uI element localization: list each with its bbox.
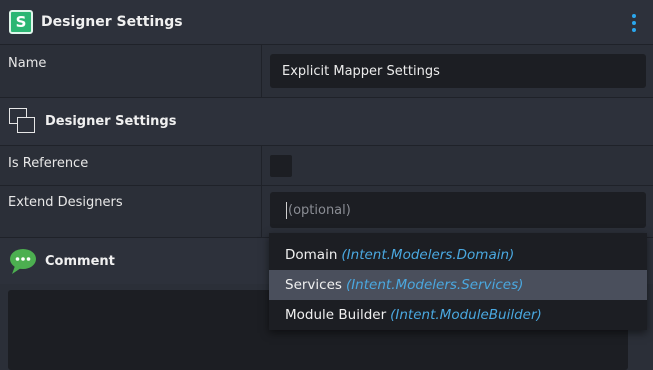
designer-settings-section-header[interactable]: Designer Settings	[0, 98, 653, 146]
extend-designers-label: Extend Designers	[8, 195, 123, 210]
option-hint: (Intent.Modelers.Services)	[345, 277, 524, 293]
is-reference-row: Is Reference	[0, 146, 653, 186]
name-row: Name Explicit Mapper Settings	[0, 45, 653, 98]
option-label: Domain	[285, 247, 338, 263]
extend-designers-dropdown: Domain (Intent.Modelers.Domain) Services…	[269, 233, 647, 330]
speech-bubble-icon	[10, 249, 36, 274]
option-label: Services	[285, 277, 342, 293]
is-reference-label: Is Reference	[8, 156, 89, 171]
text-caret	[286, 201, 287, 219]
panel-title: Designer Settings	[41, 14, 183, 30]
option-hint: (Intent.ModuleBuilder)	[390, 307, 542, 323]
windows-icon	[9, 107, 37, 136]
dropdown-option-services[interactable]: Services (Intent.Modelers.Services)	[269, 270, 647, 300]
dropdown-option-domain[interactable]: Domain (Intent.Modelers.Domain)	[269, 240, 647, 270]
kebab-menu-icon[interactable]	[631, 14, 637, 32]
name-input[interactable]: Explicit Mapper Settings	[270, 54, 646, 88]
title-bar: S Designer Settings	[0, 0, 653, 45]
extend-designers-placeholder: (optional)	[288, 202, 351, 218]
option-label: Module Builder	[285, 307, 387, 323]
designer-settings-section-title: Designer Settings	[45, 114, 177, 129]
extend-designers-input[interactable]: (optional)	[270, 192, 646, 228]
option-hint: (Intent.Modelers.Domain)	[341, 247, 515, 263]
extend-designers-row: Extend Designers (optional)	[0, 186, 653, 238]
app-logo-icon: S	[9, 10, 33, 34]
name-label: Name	[8, 56, 47, 71]
comment-section-title: Comment	[45, 253, 115, 269]
dropdown-option-module-builder[interactable]: Module Builder (Intent.ModuleBuilder)	[269, 300, 647, 330]
is-reference-checkbox[interactable]	[270, 155, 292, 177]
